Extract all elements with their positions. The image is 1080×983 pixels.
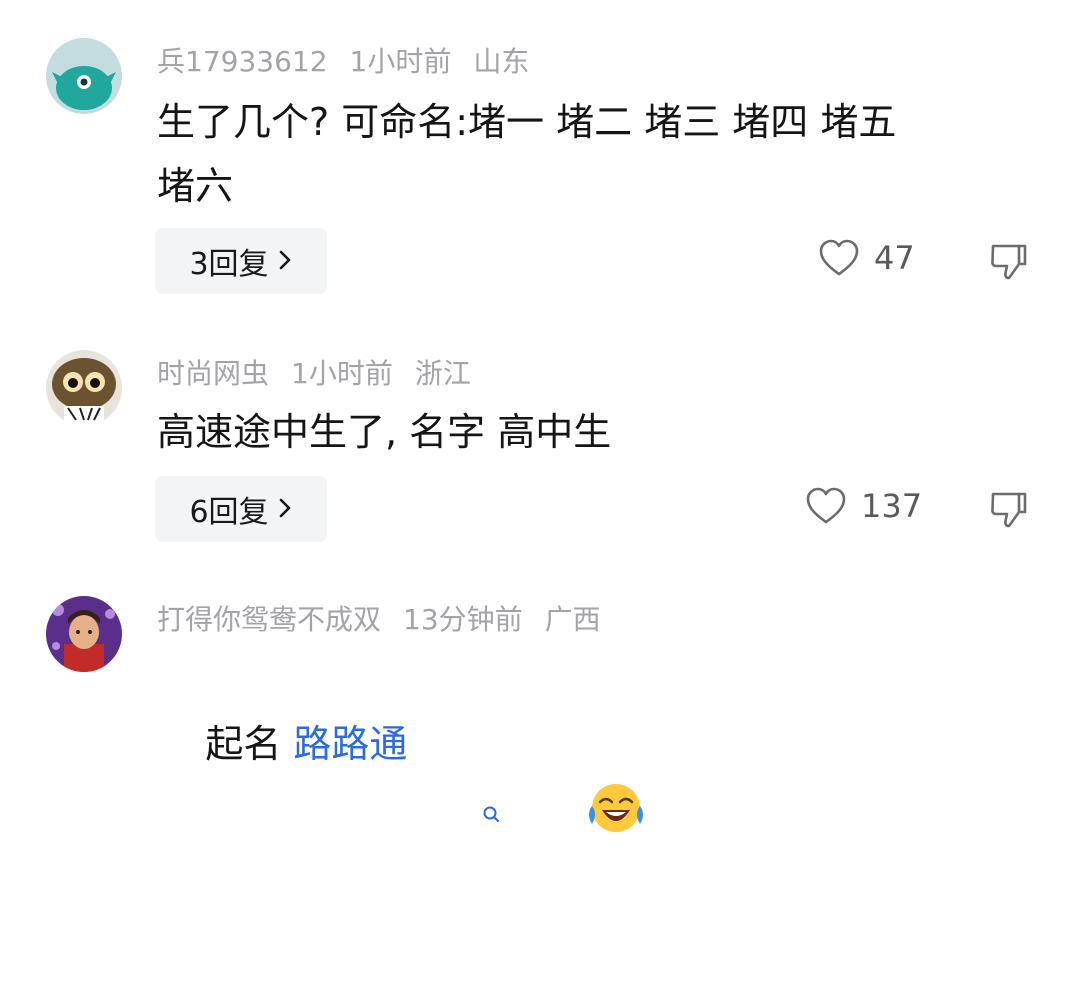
avatar[interactable]	[46, 38, 122, 114]
dislike-button[interactable]	[987, 488, 1031, 532]
heart-outline-icon	[819, 239, 859, 276]
timestamp: 1小时前	[349, 45, 452, 78]
like-count: 137	[861, 487, 923, 525]
like-button[interactable]: 137	[805, 486, 922, 526]
like-button[interactable]: 47	[818, 238, 915, 278]
timestamp: 13分钟前	[403, 603, 523, 636]
search-small-icon[interactable]	[409, 718, 501, 910]
view-replies-button[interactable]: 3回复	[155, 228, 327, 294]
comment-meta: 兵17933612 1小时前 山东	[157, 44, 551, 80]
dislike-button[interactable]	[987, 240, 1031, 284]
view-replies-button[interactable]: 6回复	[155, 476, 327, 542]
comment-item: 兵17933612 1小时前 山东 生了几个? 可命名:堵一 堵二 堵三 堵四 堵五…	[0, 0, 1080, 310]
username[interactable]: 时尚网虫	[157, 357, 269, 390]
laughing-crying-emoji	[514, 716, 646, 919]
comment-text: 起名 路路通	[157, 648, 1017, 983]
avatar[interactable]	[46, 350, 122, 426]
comment-meta: 时尚网虫 1小时前 浙江	[157, 356, 493, 392]
username[interactable]: 兵17933612	[157, 45, 328, 78]
bug-eyed-creature-avatar	[46, 350, 122, 426]
thumbs-down-outline-icon	[991, 492, 1027, 528]
character-portrait-avatar	[46, 596, 122, 672]
thumbs-down-outline-icon	[991, 244, 1027, 280]
comment-item: 时尚网虫 1小时前 浙江 高速途中生了, 名字 高中生 6回复 137	[0, 310, 1080, 580]
comment-text: 生了几个? 可命名:堵一 堵二 堵三 堵四 堵五 堵六	[157, 100, 897, 208]
location: 浙江	[414, 357, 471, 390]
comment-meta: 打得你鸳鸯不成双 13分钟前 广西	[157, 602, 623, 638]
chevron-right-icon	[277, 244, 293, 279]
chevron-right-icon	[277, 492, 293, 527]
reply-count-label: 3回复	[189, 247, 269, 282]
teal-monster-avatar	[46, 38, 122, 114]
username[interactable]: 打得你鸳鸯不成双	[157, 603, 381, 636]
timestamp: 1小时前	[291, 357, 393, 390]
comment-text: 高速途中生了, 名字 高中生	[157, 410, 612, 454]
location: 山东	[473, 45, 530, 78]
avatar[interactable]	[46, 596, 122, 672]
search-link[interactable]: 路路通	[293, 722, 407, 766]
reply-count-label: 6回复	[189, 495, 269, 530]
location: 广西	[544, 603, 601, 636]
comment-item: 打得你鸳鸯不成双 13分钟前 广西 起名 路路通	[0, 580, 1080, 832]
heart-outline-icon	[806, 487, 846, 524]
like-count: 47	[874, 239, 915, 277]
comment-text-prefix: 起名	[205, 722, 294, 766]
